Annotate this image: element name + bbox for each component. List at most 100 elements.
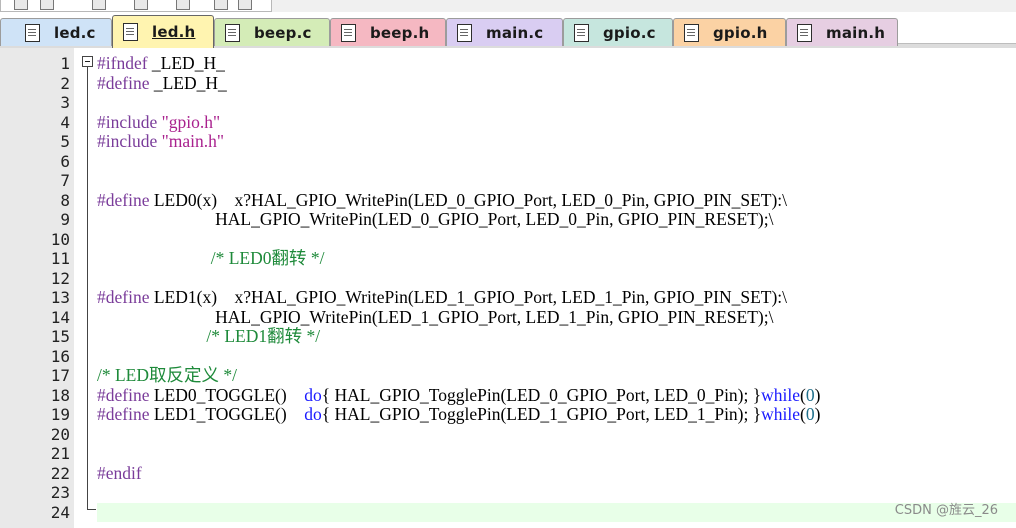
code-line[interactable]: 13 #define LED1(x) x?HAL_GPIO_WritePin(LE… — [0, 287, 1016, 308]
code-token: { HAL_GPIO_TogglePin(LED_1_GPIO_Port, LE… — [321, 404, 762, 424]
code-text: /* LED1翻转 */ — [97, 326, 321, 347]
code-line[interactable]: 6 — [0, 152, 1016, 172]
code-line[interactable]: 15 /* LED1翻转 */ — [0, 326, 1016, 347]
code-line[interactable]: 3 — [0, 93, 1016, 113]
code-line[interactable]: 4 #include "gpio.h" — [0, 111, 1016, 133]
file-icon — [684, 23, 699, 42]
code-line[interactable]: 10 — [0, 230, 1016, 250]
line-number: 19 — [50, 405, 70, 424]
code-token: LED1_TOGGLE() — [149, 404, 305, 424]
line-number: 22 — [50, 463, 70, 483]
tab-bar: led.c led.h beep.c beep.h main.c gpio.c gpio.h… — [0, 12, 1016, 48]
tab-label: main.c — [486, 23, 544, 42]
code-line[interactable]: 17 /* LED取反定义 */ — [0, 365, 1016, 386]
line-number: 8 — [60, 190, 70, 210]
file-icon — [574, 23, 589, 42]
code-editor[interactable]: 1 #ifndef _LED_H_ 2 #define _LED_H_ 3 4 #inclu… — [0, 48, 1016, 528]
code-token: LED0_TOGGLE() — [149, 384, 305, 405]
toolbar-button[interactable] — [134, 0, 148, 10]
toolbar-button[interactable] — [214, 0, 228, 10]
tab-main-h[interactable]: main.h — [786, 18, 898, 46]
code-line[interactable]: 7 — [0, 171, 1016, 191]
comment-token: /* LED1翻转 */ — [97, 326, 321, 346]
code-token: _LED_H_ — [147, 53, 225, 73]
line-number: 5 — [60, 132, 70, 151]
code-line[interactable]: 23 — [0, 483, 1016, 503]
tab-label: beep.c — [254, 23, 312, 42]
line-number: 10 — [50, 229, 70, 249]
code-text: HAL_GPIO_WritePin(LED_0_GPIO_Port, LED_0… — [97, 209, 774, 230]
code-text: #define LED0_TOGGLE() do{ HAL_GPIO_Toggl… — [97, 384, 821, 406]
code-text: HAL_GPIO_WritePin(LED_1_GPIO_Port, LED_1… — [97, 307, 773, 328]
code-token: LED0(x) x?HAL_GPIO_WritePin(LED_0_GPIO_P… — [149, 189, 787, 210]
file-icon — [123, 23, 138, 41]
line-number: 2 — [60, 73, 70, 93]
code-line[interactable]: 12 — [0, 269, 1016, 289]
code-line[interactable]: 22 #endif — [0, 462, 1016, 484]
code-line[interactable]: 9 HAL_GPIO_WritePin(LED_0_GPIO_Port, LED… — [0, 209, 1016, 230]
line-number: 21 — [50, 444, 70, 463]
code-line[interactable]: 20 — [0, 425, 1016, 445]
tab-led-h[interactable]: led.h — [112, 15, 214, 48]
code-line[interactable]: 14 HAL_GPIO_WritePin(LED_1_GPIO_Port, LE… — [0, 307, 1016, 328]
tab-main-c[interactable]: main.c — [446, 18, 563, 46]
code-token: LED1(x) x?HAL_GPIO_WritePin(LED_1_GPIO_P… — [149, 287, 787, 307]
file-icon — [25, 23, 40, 42]
tab-label: gpio.c — [603, 23, 656, 42]
keyword-token: do — [304, 404, 322, 424]
code-line[interactable]: 18 #define LED0_TOGGLE() do{ HAL_GPIO_Tog… — [0, 384, 1016, 406]
watermark: CSDN @旌云_26 — [894, 503, 998, 518]
code-token: ) — [814, 384, 821, 405]
toolbar-button[interactable] — [40, 0, 54, 10]
file-icon — [341, 23, 356, 42]
code-token: { HAL_GPIO_TogglePin(LED_0_GPIO_Port, LE… — [321, 384, 762, 405]
keyword-token: while — [761, 384, 801, 405]
code-token: HAL_GPIO_WritePin(LED_0_GPIO_Port, LED_0… — [97, 209, 774, 229]
code-line[interactable]: 1 #ifndef _LED_H_ — [0, 53, 1016, 74]
code-text: #ifndef _LED_H_ — [97, 53, 225, 74]
preprocessor-token: #endif — [97, 462, 142, 483]
code-line[interactable]: 2 #define _LED_H_ — [0, 72, 1016, 94]
code-token: _LED_H_ — [149, 72, 227, 93]
code-text: #include "gpio.h" — [97, 111, 221, 133]
code-line[interactable]: 21 — [0, 444, 1016, 464]
tab-beep-c[interactable]: beep.c — [214, 18, 330, 46]
code-line[interactable]: 24 — [0, 502, 1016, 522]
code-line[interactable]: 16 — [0, 347, 1016, 367]
line-number: 13 — [50, 288, 70, 307]
tab-gpio-h[interactable]: gpio.h — [673, 18, 786, 46]
code-text: #define _LED_H_ — [97, 72, 227, 94]
line-number: 7 — [60, 171, 70, 190]
tab-label: led.c — [54, 23, 96, 42]
line-number: 23 — [50, 483, 70, 502]
tab-label: gpio.h — [713, 23, 768, 42]
code-line[interactable]: 8 #define LED0(x) x?HAL_GPIO_WritePin(LED… — [0, 189, 1016, 211]
preprocessor-token: #define — [97, 189, 150, 210]
string-token: "gpio.h" — [161, 111, 221, 132]
number-token: 0 — [805, 384, 815, 405]
code-line[interactable]: 11 /* LED0翻转 */ — [0, 248, 1016, 269]
code-line[interactable]: 19 #define LED1_TOGGLE() do{ HAL_GPIO_Tog… — [0, 404, 1016, 425]
number-token: 0 — [805, 404, 815, 424]
preprocessor-token: #ifndef — [97, 53, 148, 73]
toolbar — [0, 0, 1016, 12]
toolbar-button[interactable] — [176, 0, 190, 10]
preprocessor-token: #include — [97, 111, 158, 132]
toolbar-button[interactable] — [14, 0, 28, 10]
line-number: 11 — [50, 249, 70, 268]
line-number: 24 — [50, 502, 70, 522]
line-number: 12 — [50, 268, 70, 288]
code-token: ) — [814, 404, 821, 424]
line-number: 20 — [50, 424, 70, 444]
tab-led-c[interactable]: led.c — [0, 18, 112, 46]
code-text: #define LED1_TOGGLE() do{ HAL_GPIO_Toggl… — [97, 404, 821, 425]
code-text: #define LED1(x) x?HAL_GPIO_WritePin(LED_… — [97, 287, 787, 308]
toolbar-button[interactable] — [238, 0, 252, 10]
code-line[interactable]: 5 #include "main.h" — [0, 131, 1016, 152]
keyword-token: do — [304, 384, 322, 405]
tab-label: led.h — [152, 23, 196, 41]
tab-beep-h[interactable]: beep.h — [330, 18, 446, 46]
toolbar-button[interactable] — [92, 0, 106, 10]
tab-gpio-c[interactable]: gpio.c — [563, 18, 673, 46]
file-icon — [457, 23, 472, 42]
